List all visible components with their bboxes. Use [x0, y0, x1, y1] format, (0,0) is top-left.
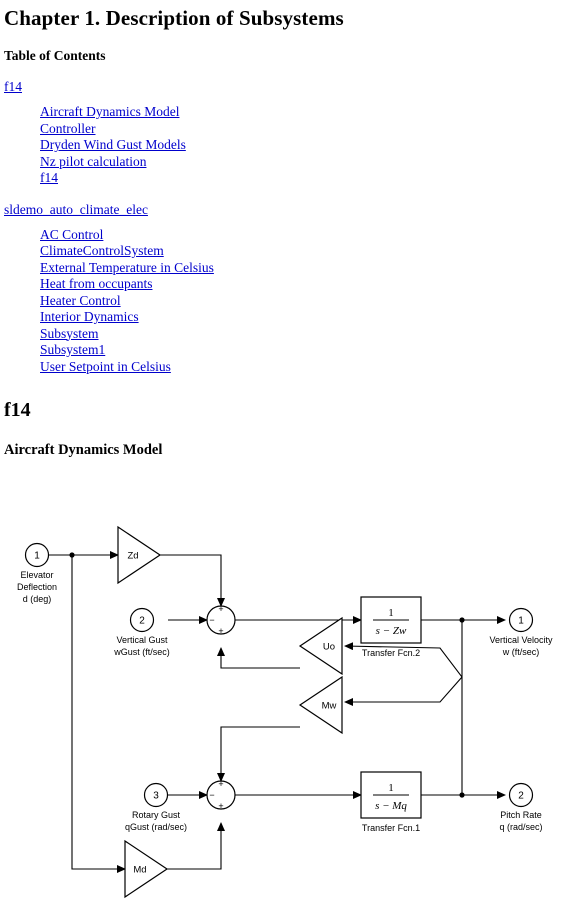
toc-sublist-f14: Aircraft Dynamics Model Controller Dryde…: [0, 95, 562, 187]
inport-2-label-line1: Vertical Gust: [116, 635, 168, 645]
inport-3-label-line2: qGust (rad/sec): [125, 822, 187, 832]
sum-block-1-sign-left: −: [209, 615, 214, 625]
gain-uo-label: Uo: [323, 642, 335, 653]
toc-model-link-f14[interactable]: f14: [4, 79, 22, 94]
outport-1-label-line2: w (ft/sec): [502, 647, 540, 657]
sum-block-2-sign-top: +: [218, 779, 223, 789]
section-title-f14: f14: [4, 399, 31, 421]
inport-1-label-line1: Elevator: [20, 570, 53, 580]
gain-block-uo[interactable]: Uo: [298, 616, 343, 676]
toc-item-interior-dynamics[interactable]: Interior Dynamics: [40, 309, 562, 326]
gain-zd-label: Zd: [127, 551, 138, 562]
sum-block-1-sign-top: +: [218, 604, 223, 614]
wire-uo-to-sum1: [217, 647, 300, 669]
inport-2-number: 2: [139, 616, 145, 627]
wire-branch-to-md: [71, 555, 126, 873]
outport-2-label-line1: Pitch Rate: [500, 810, 542, 820]
transfer-fcn-1-numerator: 1: [388, 782, 394, 794]
inport-3-number: 3: [153, 791, 159, 802]
transfer-fcn-2-denominator: s − Zw: [376, 625, 407, 637]
toc-item-heater-control[interactable]: Heater Control: [40, 293, 562, 310]
inport-1-number: 1: [34, 551, 40, 562]
outport-2-number: 2: [518, 791, 524, 802]
transfer-function-block-2[interactable]: 1 s − Zw Transfer Fcn.2: [360, 596, 422, 658]
gain-block-mw[interactable]: Mw: [298, 675, 343, 735]
gain-block-zd[interactable]: Zd: [117, 525, 162, 585]
transfer-fcn-2-caption: Transfer Fcn.2: [362, 648, 420, 658]
sum-block-2-sign-left: −: [209, 790, 214, 800]
document-page: Chapter 1. Description of Subsystems Tab…: [0, 0, 562, 902]
toc-model-link-sldemo-auto-climate-elec[interactable]: sldemo_auto_climate_elec: [4, 202, 148, 217]
toc-item-aircraft-dynamics-model[interactable]: Aircraft Dynamics Model: [40, 104, 562, 121]
subsection-title-aircraft-dynamics-model: Aircraft Dynamics Model: [4, 442, 163, 458]
sum-block-2-sign-bottom: +: [218, 801, 223, 811]
toc-group-sldemo-auto-climate-elec: sldemo_auto_climate_elec: [0, 187, 562, 218]
outport-1[interactable]: 1 Vertical Velocity w (ft/sec): [489, 607, 553, 658]
toc-sublist-sldemo-auto-climate-elec: AC Control ClimateControlSystem External…: [0, 218, 562, 376]
gain-block-md[interactable]: Md: [124, 839, 169, 899]
toc-item-external-temperature-in-celsius[interactable]: External Temperature in Celsius: [40, 260, 562, 277]
toc-heading: Table of Contents: [4, 48, 106, 63]
toc-item-heat-from-occupants[interactable]: Heat from occupants: [40, 276, 562, 293]
inport-2[interactable]: 2 Vertical Gust wGust (ft/sec): [113, 607, 170, 658]
gain-zd-triangle: [117, 525, 162, 585]
aircraft-dynamics-block-diagram: 1 Elevator Deflection d (deg) Zd 2 Verti…: [0, 520, 562, 902]
transfer-fcn-2-numerator: 1: [388, 607, 394, 619]
outport-2[interactable]: 2 Pitch Rate q (rad/sec): [499, 782, 543, 833]
gain-uo-triangle: [298, 616, 343, 676]
inport-1-label-line3: d (deg): [23, 594, 52, 604]
toc-item-user-setpoint-in-celsius[interactable]: User Setpoint in Celsius: [40, 359, 562, 376]
inport-3[interactable]: 3 Rotary Gust qGust (rad/sec): [125, 782, 187, 833]
sum-block-1-sign-bottom: +: [218, 626, 223, 636]
gain-md-label: Md: [133, 865, 146, 876]
page-title: Chapter 1. Description of Subsystems: [4, 6, 344, 30]
outport-2-label-line2: q (rad/sec): [499, 822, 542, 832]
sum-block-1[interactable]: + − +: [206, 604, 236, 636]
inport-1-label-line2: Deflection: [17, 582, 57, 592]
gain-mw-label: Mw: [322, 701, 337, 712]
outport-1-number: 1: [518, 616, 524, 627]
toc-item-ac-control[interactable]: AC Control: [40, 227, 562, 244]
toc-item-climatecontrolsystem[interactable]: ClimateControlSystem: [40, 243, 562, 260]
toc-item-nz-pilot-calculation[interactable]: Nz pilot calculation: [40, 154, 562, 171]
inport-1[interactable]: 1 Elevator Deflection d (deg): [17, 542, 57, 605]
outport-1-label-line1: Vertical Velocity: [489, 635, 553, 645]
sum-block-2[interactable]: + − +: [206, 779, 236, 811]
toc-item-controller[interactable]: Controller: [40, 121, 562, 138]
transfer-function-block-1[interactable]: 1 s − Mq Transfer Fcn.1: [360, 771, 422, 833]
inport-3-label-line1: Rotary Gust: [132, 810, 181, 820]
transfer-fcn-1-denominator: s − Mq: [375, 800, 407, 812]
toc-group-f14: f14: [0, 64, 562, 95]
toc-item-f14[interactable]: f14: [40, 170, 562, 187]
inport-2-label-line2: wGust (ft/sec): [113, 647, 170, 657]
toc-item-subsystem1[interactable]: Subsystem1: [40, 342, 562, 359]
toc-item-subsystem[interactable]: Subsystem: [40, 326, 562, 343]
wire-zd-to-sum1: [160, 554, 225, 607]
toc-item-dryden-wind-gust-models[interactable]: Dryden Wind Gust Models: [40, 137, 562, 154]
wire-mw-to-sum2: [217, 726, 300, 782]
transfer-fcn-1-caption: Transfer Fcn.1: [362, 823, 420, 833]
